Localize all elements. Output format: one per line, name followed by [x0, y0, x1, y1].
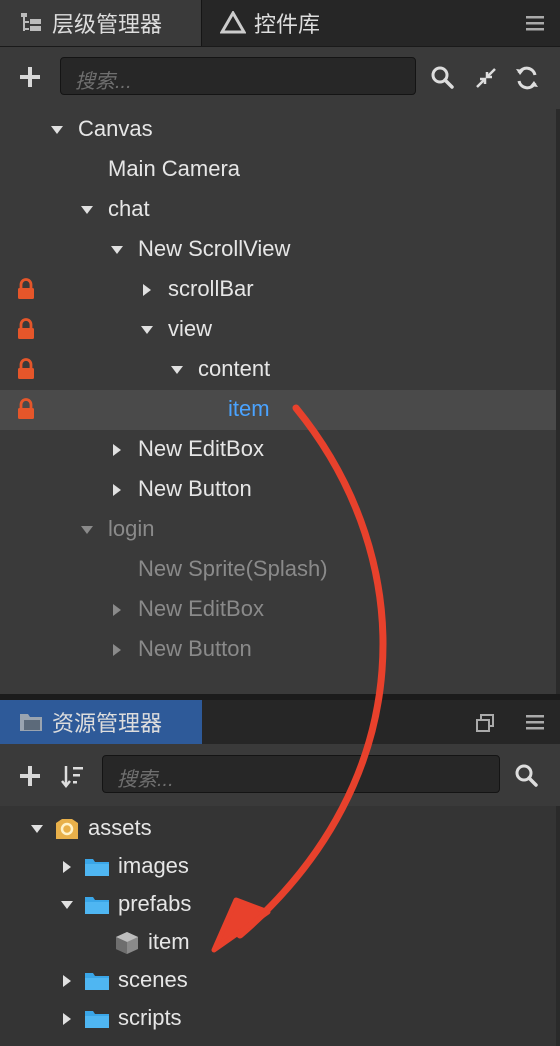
hierarchy-toolbar: 搜索...: [0, 47, 560, 109]
hierarchy-node-label: Canvas: [78, 116, 153, 141]
assets-toolbar: 搜索...: [0, 744, 560, 806]
hierarchy-node-row[interactable]: New Button: [0, 470, 556, 510]
hierarchy-node-row[interactable]: view: [0, 310, 556, 350]
caret-down-icon[interactable]: [110, 243, 124, 257]
caret-right-icon[interactable]: [60, 1012, 74, 1026]
hierarchy-node-row[interactable]: chat: [0, 190, 556, 230]
hierarchy-node-row[interactable]: New ScrollView: [0, 230, 556, 270]
hierarchy-node-row[interactable]: Main Camera: [0, 150, 556, 190]
hierarchy-node-row[interactable]: scrollBar: [0, 270, 556, 310]
caret-down-icon[interactable]: [140, 323, 154, 337]
asset-row[interactable]: scripts: [0, 1000, 556, 1038]
triangle-warning-icon: [218, 8, 248, 38]
caret-right-icon[interactable]: [110, 483, 124, 497]
asset-label: images: [118, 853, 189, 878]
database-icon: [54, 817, 80, 841]
asset-label: prefabs: [118, 891, 192, 916]
lock-icon[interactable]: [17, 358, 35, 380]
assets-tree: assets images prefabs item scenes scripts: [0, 806, 560, 1046]
hierarchy-node-row[interactable]: login: [0, 510, 556, 550]
hierarchy-tree-icon: [16, 8, 46, 38]
tab-hierarchy[interactable]: 层级管理器: [0, 0, 202, 46]
assets-search-icon[interactable]: [514, 763, 540, 789]
sort-icon[interactable]: [60, 763, 86, 789]
caret-down-icon[interactable]: [80, 203, 94, 217]
hierarchy-node-row[interactable]: New EditBox: [0, 590, 556, 630]
caret-down-icon[interactable]: [170, 363, 184, 377]
hierarchy-node-label: scrollBar: [168, 276, 254, 301]
caret-right-icon[interactable]: [110, 603, 124, 617]
hierarchy-node-label: New EditBox: [138, 436, 264, 461]
lock-icon[interactable]: [17, 398, 35, 420]
popout-window-icon[interactable]: [474, 712, 496, 734]
hierarchy-node-row[interactable]: content: [0, 350, 556, 390]
collapse-all-icon[interactable]: [473, 65, 499, 91]
caret-right-icon[interactable]: [110, 443, 124, 457]
hierarchy-node-label: item: [228, 396, 270, 421]
caret-down-icon[interactable]: [30, 822, 44, 836]
hierarchy-node-row[interactable]: New Button: [0, 630, 556, 670]
add-asset-plus-icon[interactable]: [18, 764, 42, 788]
hierarchy-node-label: login: [108, 516, 155, 541]
assets-tabbar: 资源管理器: [0, 700, 560, 745]
asset-label: scripts: [118, 1005, 182, 1030]
tab-hierarchy-label: 层级管理器: [52, 12, 163, 37]
asset-row[interactable]: assets: [0, 810, 556, 848]
caret-right-icon[interactable]: [140, 283, 154, 297]
hierarchy-node-label: Main Camera: [108, 156, 241, 181]
folder-icon: [84, 855, 110, 879]
lock-icon[interactable]: [17, 318, 35, 340]
hierarchy-tree: Canvas Main Camera chat New ScrollView scrol…: [0, 109, 560, 694]
hierarchy-search-input[interactable]: 搜索...: [60, 57, 416, 95]
asset-row[interactable]: prefabs: [0, 886, 556, 924]
assets-menu-icon[interactable]: [524, 712, 546, 732]
caret-right-icon[interactable]: [60, 974, 74, 988]
folder-panel-icon: [16, 707, 46, 737]
hierarchy-node-label: New Sprite(Splash): [138, 556, 328, 581]
hierarchy-node-label: New EditBox: [138, 596, 264, 621]
caret-right-icon[interactable]: [60, 860, 74, 874]
hierarchy-search-placeholder: 搜索...: [75, 71, 132, 93]
assets-search-placeholder: 搜索...: [117, 769, 174, 791]
caret-down-icon[interactable]: [60, 898, 74, 912]
hierarchy-node-row[interactable]: Canvas: [0, 110, 556, 150]
asset-row[interactable]: item: [0, 924, 556, 962]
assets-scrollbar[interactable]: [556, 806, 560, 1046]
search-icon[interactable]: [430, 65, 456, 91]
folder-icon: [84, 1007, 110, 1031]
folder-icon: [84, 969, 110, 993]
hierarchy-tabbar: 层级管理器 控件库: [0, 0, 560, 47]
add-node-plus-icon[interactable]: [18, 65, 42, 89]
hierarchy-node-label: New Button: [138, 636, 252, 661]
hierarchy-node-row[interactable]: New Sprite(Splash): [0, 550, 556, 590]
asset-row[interactable]: images: [0, 848, 556, 886]
tab-library[interactable]: 控件库: [218, 0, 418, 46]
hierarchy-panel: 层级管理器 控件库 搜索... Canvas Main Camera chat: [0, 0, 560, 694]
hierarchy-node-label: content: [198, 356, 271, 381]
assets-panel: 资源管理器 搜索... assets images prefabs item scene…: [0, 700, 560, 1046]
asset-label: scenes: [118, 967, 188, 992]
hierarchy-node-label: chat: [108, 196, 150, 221]
folder-icon: [84, 893, 110, 917]
tab-assets[interactable]: 资源管理器: [0, 700, 202, 744]
tab-library-label: 控件库: [254, 12, 321, 37]
assets-search-input[interactable]: 搜索...: [102, 755, 500, 793]
asset-label: item: [148, 929, 190, 954]
asset-row[interactable]: scenes: [0, 962, 556, 1000]
hierarchy-node-row[interactable]: New EditBox: [0, 430, 556, 470]
prefab-icon: [114, 931, 140, 955]
caret-right-icon[interactable]: [110, 643, 124, 657]
menu-icon[interactable]: [524, 13, 546, 33]
tab-assets-label: 资源管理器: [52, 711, 163, 736]
refresh-icon[interactable]: [514, 65, 540, 91]
hierarchy-node-label: New ScrollView: [138, 236, 291, 261]
hierarchy-node-label: view: [168, 316, 213, 341]
hierarchy-node-label: New Button: [138, 476, 252, 501]
hierarchy-scrollbar[interactable]: [556, 109, 560, 694]
caret-down-icon[interactable]: [80, 523, 94, 537]
lock-icon[interactable]: [17, 278, 35, 300]
hierarchy-node-row[interactable]: item: [0, 390, 556, 430]
asset-label: assets: [88, 815, 152, 840]
caret-down-icon[interactable]: [50, 123, 64, 137]
